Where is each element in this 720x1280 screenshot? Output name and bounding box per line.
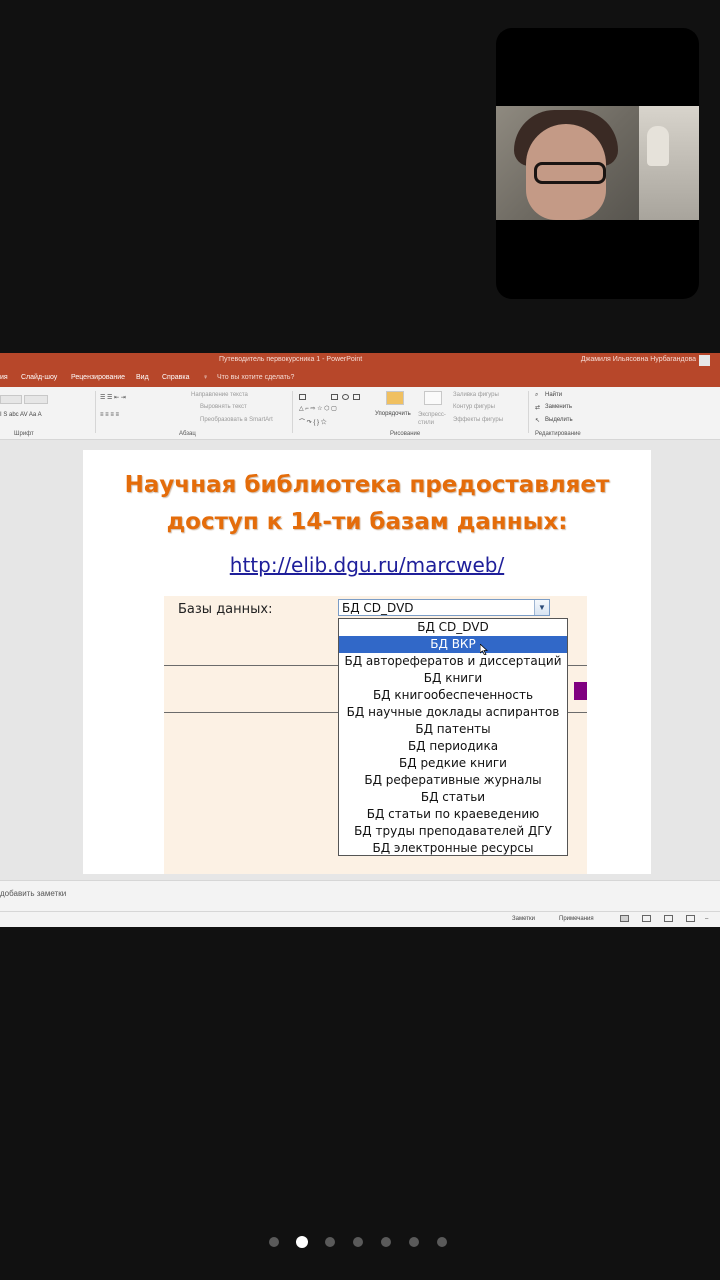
slide-title: Научная библиотека предоставляет доступ … xyxy=(83,467,651,541)
shapes-row3-icons[interactable]: ⌒ ↷ { } ☆ xyxy=(299,417,327,426)
dropdown-option[interactable]: БД редкие книги xyxy=(339,755,567,772)
dropdown-option[interactable]: БД книги xyxy=(339,670,567,687)
ribbon: I S abc AV Aa A Шрифт ☰ ☰ ⇤ ⇥ ≡ ≡ ≡ ≡ На… xyxy=(0,387,720,440)
arrange-button[interactable]: Упорядочить xyxy=(375,411,411,417)
participant-video-tile[interactable] xyxy=(496,28,699,299)
notes-button[interactable]: Заметки xyxy=(512,916,535,922)
chevron-down-icon[interactable]: ▼ xyxy=(534,600,549,615)
tell-me-search[interactable]: Что вы хотите сделать? xyxy=(217,374,294,381)
database-screenshot: Базы данных: БД CD_DVD ▼ БД CD_DVD БД ВК… xyxy=(164,596,587,874)
purple-button-partial xyxy=(574,682,587,700)
ribbon-separator xyxy=(292,391,293,433)
slide-sorter-icon[interactable] xyxy=(642,915,651,922)
tab-help[interactable]: Справка xyxy=(162,374,189,381)
group-drawing-label: Рисование xyxy=(390,431,421,437)
page-indicator xyxy=(0,1235,720,1249)
user-avatar-icon[interactable] xyxy=(699,355,710,366)
slideshow-view-icon[interactable] xyxy=(686,915,695,922)
statue-figure xyxy=(647,126,669,166)
find-icon: ⌕ xyxy=(535,392,539,398)
dropdown-option[interactable]: БД авторефератов и диссертаций xyxy=(339,653,567,670)
participant-glasses xyxy=(534,162,606,184)
dropdown-option-highlighted[interactable]: БД ВКР xyxy=(339,636,567,653)
window-title: Путеводитель первокурсника 1 - PowerPoin… xyxy=(219,356,363,363)
database-select-value: БД CD_DVD xyxy=(342,601,414,615)
ribbon-separator xyxy=(528,391,529,433)
title-bar: Путеводитель первокурсника 1 - PowerPoin… xyxy=(0,353,720,368)
shape-fill-button[interactable]: Заливка фигуры xyxy=(453,392,499,398)
slide-title-line1: Научная библиотека предоставляет xyxy=(124,472,610,498)
zoom-out-icon[interactable]: – xyxy=(705,916,708,922)
page-dot-active[interactable] xyxy=(296,1236,308,1248)
align-icons[interactable]: ≡ ≡ ≡ ≡ xyxy=(100,412,119,418)
replace-icon: ⇄ xyxy=(535,405,541,411)
shape-textbox-icon[interactable] xyxy=(299,394,306,400)
lightbulb-icon: ♀ xyxy=(203,374,209,381)
page-dot[interactable] xyxy=(437,1237,447,1247)
tab-view[interactable]: Вид xyxy=(136,374,149,381)
participant-video-feed xyxy=(496,106,699,220)
dropdown-option[interactable]: БД реферативные журналы xyxy=(339,772,567,789)
dropdown-option[interactable]: БД книгообеспеченность xyxy=(339,687,567,704)
dropdown-option[interactable]: БД CD_DVD xyxy=(339,619,567,636)
database-select[interactable]: БД CD_DVD ▼ xyxy=(338,599,550,616)
shape-outline-button[interactable]: Контур фигуры xyxy=(453,404,495,410)
dropdown-option[interactable]: БД статьи по краеведению xyxy=(339,806,567,823)
select-icon: ↖ xyxy=(535,418,541,424)
dropdown-option[interactable]: БД научные доклады аспирантов xyxy=(339,704,567,721)
comments-button[interactable]: Примечания xyxy=(559,916,594,922)
font-size-box[interactable] xyxy=(24,395,48,404)
dropdown-option[interactable]: БД труды преподавателей ДГУ xyxy=(339,823,567,840)
font-format-icons[interactable]: I S abc AV Aa A xyxy=(0,412,42,418)
tab-design-partial[interactable]: ия xyxy=(0,374,8,381)
shapes-row2-icons[interactable]: △ ⌐ ⇨ ☆ ⬡ ▢ xyxy=(299,405,337,412)
slide[interactable]: Научная библиотека предоставляет доступ … xyxy=(83,450,651,874)
slide-title-line2: доступ к 14-ти базам данных: xyxy=(166,509,568,535)
tab-slideshow[interactable]: Слайд-шоу xyxy=(21,374,57,381)
notes-pane[interactable]: добавить заметки xyxy=(0,880,720,911)
ribbon-tabs: ия Слайд-шоу Рецензирование Вид Справка … xyxy=(0,368,720,387)
group-editing-label: Редактирование xyxy=(535,431,581,437)
quick-styles-button[interactable]: Экспресс-стили xyxy=(418,411,448,427)
normal-view-icon[interactable] xyxy=(620,915,629,922)
slide-link[interactable]: http://elib.dgu.ru/marcweb/ xyxy=(83,553,651,577)
find-button[interactable]: Найти xyxy=(545,392,562,398)
align-text-button[interactable]: Выровнять текст xyxy=(200,404,247,410)
bullets-icon[interactable]: ☰ ☰ ⇤ ⇥ xyxy=(100,394,126,401)
arrange-icon[interactable] xyxy=(386,391,404,405)
notes-placeholder[interactable]: добавить заметки xyxy=(0,889,66,898)
font-name-box[interactable] xyxy=(0,395,22,404)
group-paragraph-label: Абзац xyxy=(179,431,196,437)
databases-label: Базы данных: xyxy=(178,602,273,617)
group-font-label: Шрифт xyxy=(14,431,34,437)
user-name: Джамиля Ильясовна Нурбагандова xyxy=(580,356,696,363)
mouse-pointer-icon xyxy=(480,644,488,655)
dropdown-option[interactable]: БД периодика xyxy=(339,738,567,755)
page-dot[interactable] xyxy=(325,1237,335,1247)
page-dot[interactable] xyxy=(353,1237,363,1247)
dropdown-option[interactable]: БД электронные ресурсы xyxy=(339,840,567,857)
text-direction-button[interactable]: Направление текста xyxy=(191,392,248,398)
shared-screen-powerpoint: Путеводитель первокурсника 1 - PowerPoin… xyxy=(0,353,720,927)
quick-styles-icon[interactable] xyxy=(424,391,442,405)
ribbon-separator xyxy=(95,391,96,433)
dropdown-option[interactable]: БД патенты xyxy=(339,721,567,738)
page-dot[interactable] xyxy=(269,1237,279,1247)
select-button[interactable]: Выделить xyxy=(545,417,573,423)
page-dot[interactable] xyxy=(409,1237,419,1247)
shape-oval-icon[interactable] xyxy=(342,394,349,400)
convert-smartart-button[interactable]: Преобразовать в SmartArt xyxy=(200,417,273,423)
dropdown-option[interactable]: БД статьи xyxy=(339,789,567,806)
tab-review[interactable]: Рецензирование xyxy=(71,374,125,381)
slide-canvas: Научная библиотека предоставляет доступ … xyxy=(0,440,720,880)
database-dropdown-list[interactable]: БД CD_DVD БД ВКР БД авторефератов и дисс… xyxy=(338,618,568,856)
page-dot[interactable] xyxy=(381,1237,391,1247)
shape-square-icon[interactable] xyxy=(353,394,360,400)
reading-view-icon[interactable] xyxy=(664,915,673,922)
replace-button[interactable]: Заменить xyxy=(545,404,572,410)
shape-rectangle-icon[interactable] xyxy=(331,394,338,400)
shape-effects-button[interactable]: Эффекты фигуры xyxy=(453,417,503,423)
background-shelf xyxy=(639,106,699,220)
status-bar: Заметки Примечания – xyxy=(0,911,720,927)
